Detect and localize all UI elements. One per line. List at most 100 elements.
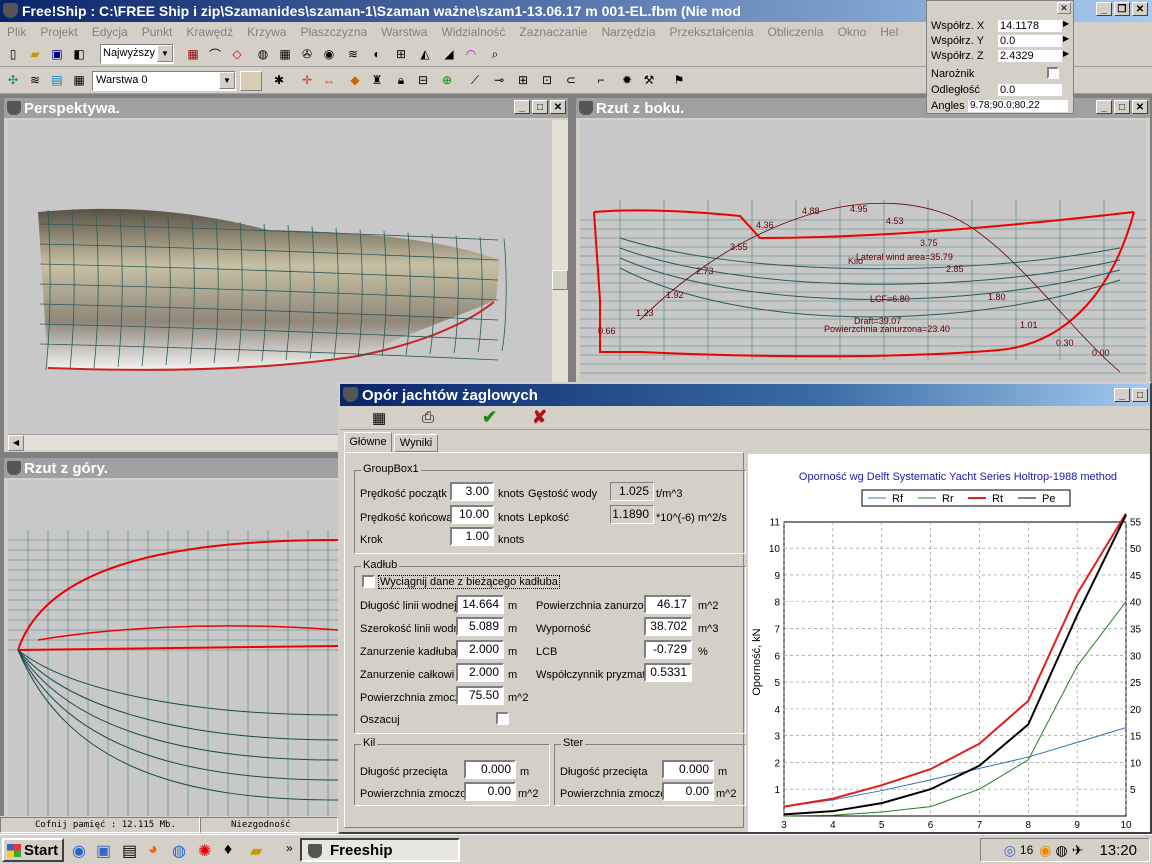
minimize-icon[interactable]: _ [1114,388,1130,402]
flag-icon[interactable]: ⚑ [670,71,688,89]
immersed-field[interactable]: 46.17 [644,595,692,614]
draft-field[interactable]: 2.000 [456,640,504,659]
top-view-window[interactable]: Rzut z góry. [2,456,340,818]
lwl-field[interactable]: 14.664 [456,595,504,614]
arc-icon[interactable]: ◠ [462,45,480,63]
menu-item-4[interactable]: Krawędź [179,25,240,39]
desktop-icon[interactable]: ▣ [96,841,111,861]
close-icon[interactable]: ✕ [1057,2,1071,14]
speed-end-field[interactable]: 10.00 [450,505,494,524]
chevron-right-icon[interactable]: » [286,841,293,855]
menu-item-12[interactable]: Obliczenia [761,25,831,39]
maximize-icon[interactable]: □ [532,100,548,114]
total-draft-field[interactable]: 2.000 [456,663,504,682]
shade-icon[interactable]: ◉ [320,45,338,63]
new-file-icon[interactable]: ▯ [4,45,22,63]
divide-icon[interactable]: ⊞ [514,71,532,89]
extend-icon[interactable]: ↔ [320,71,338,89]
rudder-chord-field[interactable]: 0.000 [662,760,714,779]
unlock-all-icon[interactable]: ⊕ [438,71,456,89]
tools-icon[interactable]: ⚒ [640,71,658,89]
firefox-icon[interactable]: ◕ [148,841,158,859]
restore-icon[interactable]: ❐ [1114,2,1130,16]
coord-z-field[interactable]: 2.4329 [997,49,1063,63]
menu-item-11[interactable]: Przekształcenia [663,25,761,39]
menu-item-1[interactable]: Projekt [33,25,84,39]
layer-stack-icon[interactable]: ≋ [26,71,44,89]
chevron-right-icon[interactable]: ▶ [1063,19,1069,28]
taskbar-freeship[interactable]: Freeship [300,838,460,862]
layer-select[interactable]: Warstwa 0 ▼ [92,71,236,91]
folder-icon[interactable]: ▰ [250,841,262,861]
close-icon[interactable]: ✕ [1132,2,1148,16]
prismatic-field[interactable]: 0.5331 [644,663,692,682]
estimate-checkbox[interactable] [496,712,509,725]
menu-item-6[interactable]: Płaszczyzna [293,25,374,39]
chevron-right-icon[interactable]: ▶ [1063,49,1069,58]
curve-icon[interactable]: ⌒ [206,45,224,63]
minimize-icon[interactable]: _ [514,100,530,114]
new-point-icon[interactable]: ✱ [270,71,288,89]
maximize-icon[interactable]: □ [1114,100,1130,114]
network-icon[interactable]: ◎ [1004,842,1016,859]
calculator-icon[interactable]: ▦ [372,409,386,427]
wetted-field[interactable]: 75.50 [456,686,504,705]
step-field[interactable]: 1.00 [450,527,494,546]
menu-item-10[interactable]: Narzędzia [594,25,662,39]
notepad-icon[interactable]: ▤ [122,841,137,861]
collapse-icon[interactable]: ♜ [368,71,386,89]
start-button[interactable]: Start [2,838,64,862]
unlock-icon[interactable]: ⊟ [414,71,432,89]
side-view-window[interactable]: Rzut z boku. _ □ ✕ 4.36 4.88 4.95 4.53 3.55 3.7… [574,96,1152,386]
scroll-left-icon[interactable]: ◀ [8,435,24,451]
ok-icon[interactable]: ✔ [482,407,497,428]
update-icon[interactable]: ◉ [1039,842,1051,859]
speaker-icon[interactable]: ✈ [1072,842,1084,859]
menu-item-8[interactable]: Widzialność [434,25,512,39]
minimize-icon[interactable]: _ [1096,100,1112,114]
close-icon[interactable]: ✕ [550,100,566,114]
hull-icon[interactable]: ◭ [416,45,434,63]
security-icon[interactable]: ◍ [1056,842,1068,859]
curve-tool-icon[interactable]: ⊂ [562,71,580,89]
precision-select[interactable]: Najwyższy ▼ [100,44,174,64]
layers-icon[interactable]: ✣ [4,71,22,89]
menu-item-14[interactable]: Hel [873,25,905,39]
extract-hull-label[interactable]: Wyciągnij dane z bieżącego kadłuba [378,575,560,589]
chevron-down-icon[interactable]: ▼ [157,45,173,62]
layer-grid-icon[interactable]: ▦ [70,71,88,89]
flip-icon[interactable]: ◇ [228,45,246,63]
crease-icon[interactable]: ⊡ [538,71,556,89]
menu-item-13[interactable]: Okno [831,25,874,39]
maximize-icon[interactable]: □ [1132,388,1148,402]
cancel-icon[interactable]: ✘ [532,407,547,428]
corner-checkbox[interactable] [1047,67,1059,79]
explode-icon[interactable]: ✹ [618,71,636,89]
move-icon[interactable]: ✛ [298,71,316,89]
freeship-quick-icon[interactable]: ♦ [224,841,232,859]
bwl-field[interactable]: 5.089 [456,617,504,636]
stripes-icon[interactable]: ≋ [344,45,362,63]
antivirus-icon[interactable]: ✺ [198,841,211,861]
zoom-icon[interactable]: ⌕ [486,45,504,63]
lcb-field[interactable]: -0.729 [644,640,692,659]
menu-item-9[interactable]: Zaznaczanie [512,25,594,39]
menu-item-5[interactable]: Krzywa [240,25,293,39]
layer-props-icon[interactable]: ▤ [48,71,66,89]
printer-icon[interactable]: ⎙ [422,409,434,426]
speed-start-field[interactable]: 3.00 [450,482,494,501]
coord-y-field[interactable]: 0.0 [997,34,1063,48]
layer-color-swatch[interactable] [240,71,262,91]
tab-results[interactable]: Wyniki [394,434,438,452]
viscosity-field[interactable]: 1.1890 [610,505,654,524]
control-net-icon[interactable]: ⊞ [392,45,410,63]
mesh-icon[interactable]: ▦ [276,45,294,63]
side-viewport[interactable]: 4.36 4.88 4.95 4.53 3.55 3.75 2.73 2.85 1.92 1.80… [580,120,1146,384]
chevron-right-icon[interactable]: ▶ [1063,34,1069,43]
open-folder-icon[interactable]: ▰ [26,45,44,63]
close-icon[interactable]: ✕ [1132,100,1148,114]
browser-icon[interactable]: ◍ [172,841,186,861]
menu-item-3[interactable]: Punkt [135,25,180,39]
intersect-icon[interactable]: ⌐ [592,71,610,89]
menu-item-7[interactable]: Warstwa [374,25,434,39]
